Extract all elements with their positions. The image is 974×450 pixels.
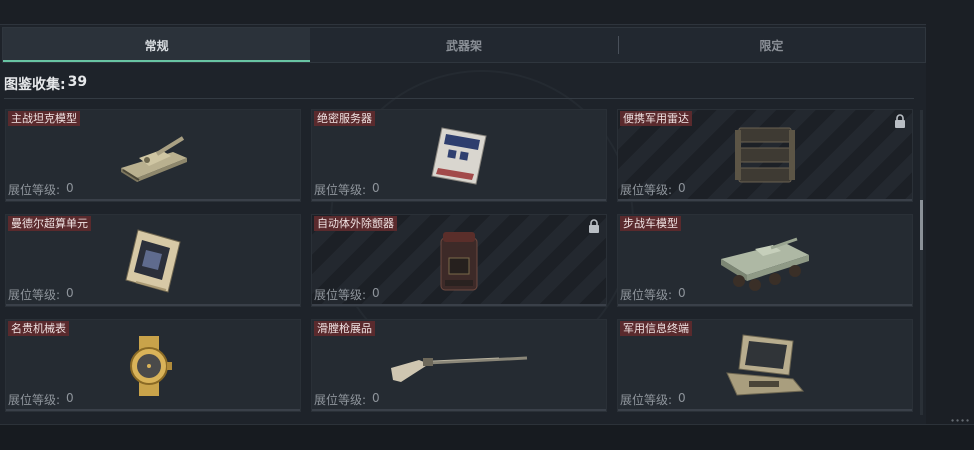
booth-level: 展位等级: 0 [8,286,74,303]
collection-count: 图鉴收集: 39 [4,74,87,94]
item-card[interactable]: 曼德尔超算单元 展位等级: 0 [5,214,301,307]
level-label: 展位等级: [620,183,673,197]
level-label: 展位等级: [620,393,673,407]
scrollbar-thumb[interactable] [920,200,923,250]
tank-model-icon [121,135,187,182]
item-name: 曼德尔超算单元 [8,216,91,231]
item-card[interactable]: 便携军用雷达 展位等级: 0 [617,109,913,202]
radar-icon [735,127,795,182]
collection-label: 图鉴收集: [4,77,66,93]
level-value: 0 [66,391,74,405]
level-value: 0 [678,391,686,405]
tab-weapon-rack[interactable]: 武器架 [310,28,617,62]
tab-regular[interactable]: 常规 [3,28,311,62]
musket-icon [391,356,528,382]
lock-icon [895,114,905,128]
item-card[interactable]: 军用信息终端 展位等级: 0 [617,319,913,412]
level-label: 展位等级: [314,288,367,302]
resize-grip-icon: ∙∙∙∙ [950,416,971,425]
level-label: 展位等级: [620,288,673,302]
item-grid: 主战坦克模型 展位等级: 0 绝密服务器 展位等级: 0 便携军用雷达 展位等级… [5,109,914,414]
tab-limited[interactable]: 限定 [617,28,925,62]
level-value: 0 [66,181,74,195]
booth-level: 展位等级: 0 [314,181,380,198]
booth-level: 展位等级: 0 [314,391,380,408]
level-value: 0 [678,286,686,300]
level-value: 0 [66,286,74,300]
booth-level: 展位等级: 0 [8,391,74,408]
item-name: 自动体外除颤器 [314,216,397,231]
booth-level: 展位等级: 0 [314,286,380,303]
item-name: 主战坦克模型 [8,111,80,126]
item-card[interactable]: 绝密服务器 展位等级: 0 [311,109,607,202]
supercomputer-icon [125,228,181,293]
item-name: 步战车模型 [620,216,681,231]
item-name: 滑膛枪展品 [314,321,375,336]
tab-bar: 常规 武器架 限定 [2,27,926,63]
item-card[interactable]: 名贵机械表 展位等级: 0 [5,319,301,412]
item-card[interactable]: 步战车模型 展位等级: 0 [617,214,913,307]
collection-value: 39 [67,74,88,90]
level-label: 展位等级: [8,288,61,302]
item-card[interactable]: 自动体外除颤器 展位等级: 0 [311,214,607,307]
booth-level: 展位等级: 0 [620,181,686,198]
item-name: 便携军用雷达 [620,111,692,126]
level-label: 展位等级: [8,183,61,197]
level-label: 展位等级: [314,393,367,407]
level-value: 0 [372,181,380,195]
defibrillator-icon [440,231,478,290]
server-icon [431,126,487,185]
booth-level: 展位等级: 0 [8,181,74,198]
item-card[interactable]: 滑膛枪展品 展位等级: 0 [311,319,607,412]
level-label: 展位等级: [314,183,367,197]
booth-level: 展位等级: 0 [620,286,686,303]
divider [4,98,914,99]
level-value: 0 [678,181,686,195]
item-name: 军用信息终端 [620,321,692,336]
ifv-model-icon [721,237,809,291]
level-value: 0 [372,391,380,405]
booth-level: 展位等级: 0 [620,391,686,408]
scrollbar-track[interactable] [920,110,923,415]
watch-icon [130,335,172,396]
item-name: 绝密服务器 [314,111,375,126]
level-label: 展位等级: [8,393,61,407]
level-value: 0 [372,286,380,300]
item-card[interactable]: 主战坦克模型 展位等级: 0 [5,109,301,202]
bottom-bar [0,424,974,450]
lock-icon [589,219,599,233]
item-name: 名贵机械表 [8,321,69,336]
terminal-icon [726,333,805,396]
